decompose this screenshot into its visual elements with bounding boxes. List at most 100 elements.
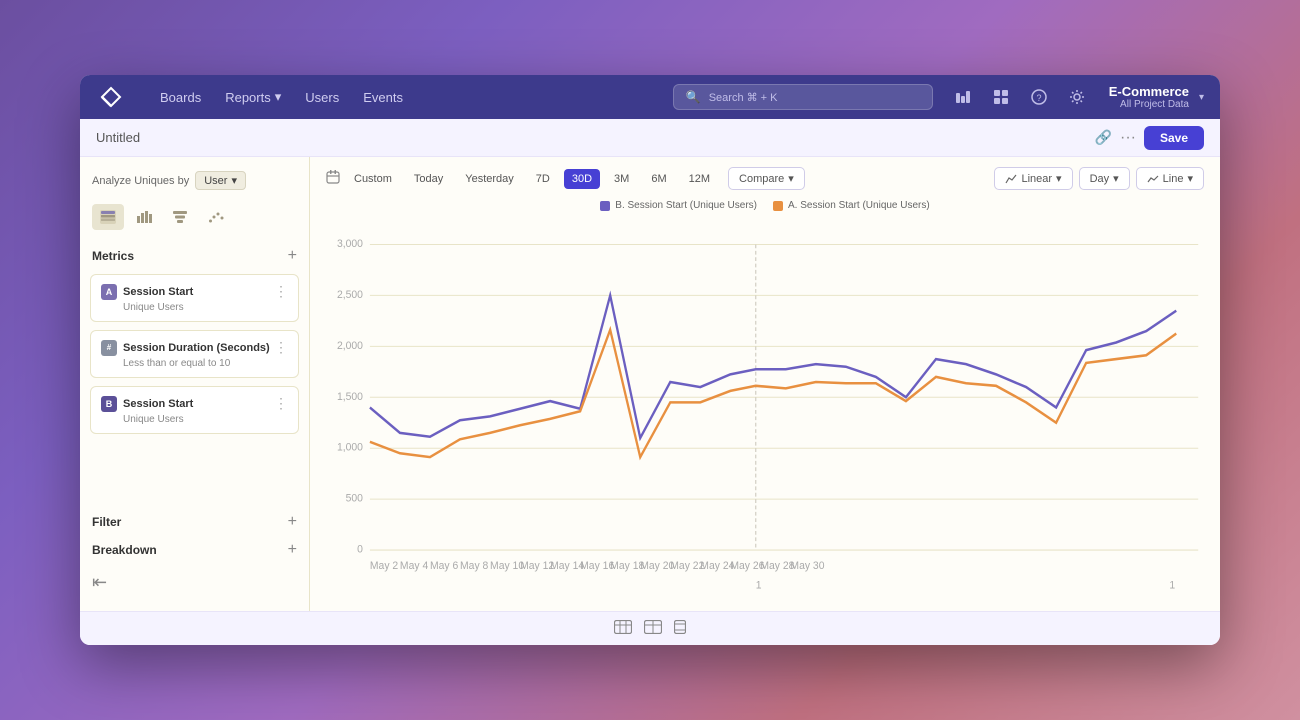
project-info: E-Commerce All Project Data (1109, 84, 1189, 110)
time-3m-btn[interactable]: 3M (606, 169, 637, 189)
svg-text:May 26: May 26 (730, 560, 764, 573)
svg-text:May 6: May 6 (430, 560, 458, 573)
svg-text:3,000: 3,000 (337, 238, 363, 251)
linear-view-btn[interactable]: Linear ▾ (994, 167, 1072, 190)
nav-items: Boards Reports ▾ Users Events (150, 83, 673, 111)
time-7d-btn[interactable]: 7D (528, 169, 558, 189)
save-button[interactable]: Save (1144, 126, 1204, 150)
settings-icon-btn[interactable] (1063, 83, 1091, 111)
analytics-icon-btn[interactable] (949, 83, 977, 111)
compare-btn[interactable]: Compare ▾ (728, 167, 805, 190)
metric-item-a: A Session Start ⋮ Unique Users (90, 274, 299, 322)
day-chevron-icon: ▾ (1113, 172, 1119, 185)
collapse-panel-btn[interactable]: ⇤ (92, 572, 107, 592)
sub-actions: 🔗 ··· Save (1095, 126, 1204, 150)
time-custom-btn[interactable]: Custom (346, 169, 400, 189)
chart-area: Custom Today Yesterday 7D 30D 3M 6M 12M … (310, 157, 1220, 611)
left-panel: Analyze Uniques by User ▾ (80, 157, 310, 611)
line-view-btn[interactable]: Line ▾ (1136, 167, 1204, 190)
svg-text:1: 1 (1169, 579, 1175, 592)
metric-item-b: B Session Start ⋮ Unique Users (90, 386, 299, 434)
metric-item-hash: # Session Duration (Seconds) ⋮ Less than… (90, 330, 299, 378)
chart-type-dots[interactable] (200, 204, 232, 230)
bottom-bar (80, 611, 1220, 645)
page-title: Untitled (96, 130, 1095, 145)
nav-users[interactable]: Users (295, 83, 349, 111)
metric-a-badge: A (101, 284, 117, 300)
chart-controls: Custom Today Yesterday 7D 30D 3M 6M 12M … (326, 167, 1204, 190)
add-breakdown-btn[interactable]: + (288, 542, 297, 558)
line-chart: .axis-text { font-size: 9px; fill: #aaa;… (326, 219, 1204, 601)
time-yesterday-btn[interactable]: Yesterday (457, 169, 522, 189)
metric-hash-more-btn[interactable]: ⋮ (274, 339, 288, 356)
time-30d-btn[interactable]: 30D (564, 169, 600, 189)
analyze-row: Analyze Uniques by User ▾ (80, 167, 309, 194)
metric-hash-badge: # (101, 340, 117, 356)
time-12m-btn[interactable]: 12M (681, 169, 718, 189)
calendar-icon (326, 170, 340, 187)
sub-header: Untitled 🔗 ··· Save (80, 119, 1220, 157)
compare-chevron-icon: ▾ (788, 172, 794, 185)
nav-events[interactable]: Events (353, 83, 413, 111)
svg-text:500: 500 (346, 492, 363, 505)
legend-b: B. Session Start (Unique Users) (600, 200, 757, 211)
add-metric-btn[interactable]: + (288, 248, 297, 264)
svg-text:2,000: 2,000 (337, 339, 363, 352)
metric-a-more-btn[interactable]: ⋮ (274, 283, 288, 300)
metric-a-header: A Session Start ⋮ (101, 283, 288, 300)
line-chevron-icon: ▾ (1187, 172, 1193, 185)
nav-boards[interactable]: Boards (150, 83, 211, 111)
grid-icon-btn[interactable] (987, 83, 1015, 111)
time-today-btn[interactable]: Today (406, 169, 451, 189)
time-6m-btn[interactable]: 6M (643, 169, 674, 189)
metric-b-badge: B (101, 396, 117, 412)
svg-text:May 24: May 24 (700, 560, 734, 573)
link-icon[interactable]: 🔗 (1095, 129, 1112, 146)
svg-text:1,500: 1,500 (337, 390, 363, 403)
project-chevron-icon: ▾ (1199, 92, 1204, 103)
project-selector[interactable]: E-Commerce All Project Data ▾ (1101, 84, 1204, 110)
day-view-btn[interactable]: Day ▾ (1079, 167, 1130, 190)
linear-chevron-icon: ▾ (1056, 172, 1062, 185)
chart-legend: B. Session Start (Unique Users) A. Sessi… (326, 200, 1204, 211)
legend-b-color (600, 201, 610, 211)
filter-section-header: Filter + (80, 508, 309, 536)
top-navigation: Boards Reports ▾ Users Events 🔍 Search ⌘… (80, 75, 1220, 119)
svg-text:2,500: 2,500 (337, 289, 363, 302)
metric-b-header: B Session Start ⋮ (101, 395, 288, 412)
svg-text:1,000: 1,000 (337, 441, 363, 454)
search-icon: 🔍 (686, 90, 701, 104)
nav-right: ? E-Commerce All Project Data ▾ (949, 83, 1204, 111)
svg-text:?: ? (1036, 93, 1041, 103)
layout-mobile-icon[interactable] (674, 620, 686, 637)
chevron-down-icon: ▾ (275, 89, 282, 105)
dropdown-chevron-icon: ▾ (231, 174, 237, 187)
nav-reports[interactable]: Reports ▾ (215, 83, 291, 111)
chart-type-table[interactable] (92, 204, 124, 230)
chart-type-bar[interactable] (128, 204, 160, 230)
layout-split-icon[interactable] (644, 620, 662, 637)
legend-a-color (773, 201, 783, 211)
svg-text:May 14: May 14 (550, 560, 584, 573)
search-bar[interactable]: 🔍 Search ⌘ + K (673, 84, 933, 110)
svg-text:May 30: May 30 (790, 560, 824, 573)
chart-type-funnel[interactable] (164, 204, 196, 230)
logo[interactable] (96, 82, 126, 112)
analyze-dropdown[interactable]: User ▾ (195, 171, 246, 190)
layout-table-icon[interactable] (614, 620, 632, 637)
svg-text:0: 0 (357, 543, 363, 556)
svg-text:May 8: May 8 (460, 560, 488, 573)
add-filter-btn[interactable]: + (288, 514, 297, 530)
chart-container: .axis-text { font-size: 9px; fill: #aaa;… (326, 219, 1204, 601)
metric-hash-header: # Session Duration (Seconds) ⋮ (101, 339, 288, 356)
svg-text:May 4: May 4 (400, 560, 428, 573)
metrics-section-header: Metrics + (80, 242, 309, 270)
breakdown-section-header: Breakdown + (80, 536, 309, 564)
help-icon-btn[interactable]: ? (1025, 83, 1053, 111)
svg-text:May 18: May 18 (610, 560, 644, 573)
metric-b-more-btn[interactable]: ⋮ (274, 395, 288, 412)
svg-text:May 16: May 16 (580, 560, 614, 573)
svg-text:May 10: May 10 (490, 560, 524, 573)
legend-a: A. Session Start (Unique Users) (773, 200, 930, 211)
more-options-btn[interactable]: ··· (1120, 129, 1136, 147)
